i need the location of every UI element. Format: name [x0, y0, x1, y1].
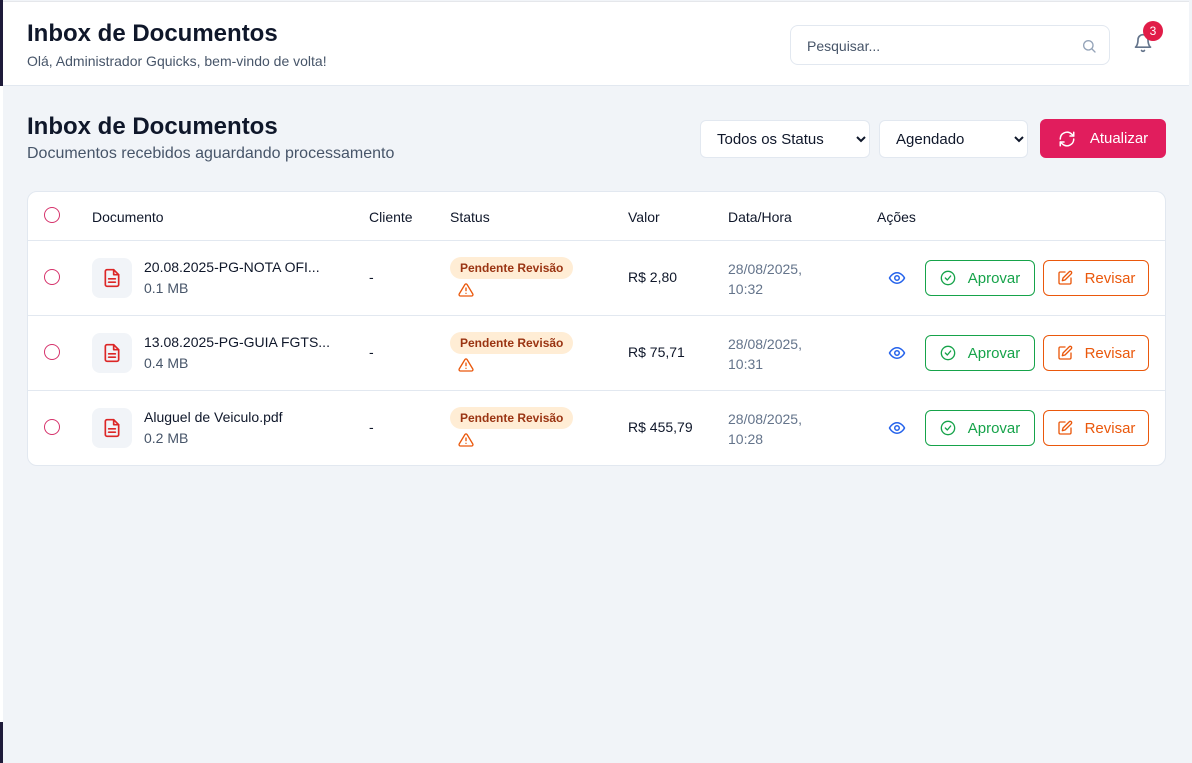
refresh-label: Atualizar [1089, 130, 1149, 147]
date-text: 28/08/2025, [728, 261, 802, 277]
row-select-radio[interactable] [44, 344, 60, 360]
document-size: 0.4 MB [144, 355, 189, 371]
value-cell: R$ 2,80 [628, 269, 678, 285]
time-text: 10:32 [728, 281, 764, 297]
file-icon [104, 418, 120, 438]
search-input[interactable] [807, 36, 1067, 56]
review-button[interactable]: Revisar [1043, 335, 1149, 371]
review-button[interactable]: Revisar [1043, 410, 1149, 446]
left-edge-bottom [0, 722, 3, 763]
document-name[interactable]: 20.08.2025-PG-NOTA OFI... [144, 259, 344, 275]
top-header: Inbox de Documentos Olá, Administrador G… [3, 1, 1189, 86]
column-value: Valor [628, 209, 660, 225]
document-name[interactable]: Aluguel de Veiculo.pdf [144, 409, 344, 425]
approve-button[interactable]: Aprovar [925, 260, 1035, 296]
column-datetime: Data/Hora [728, 209, 792, 225]
review-label: Revisar [1084, 419, 1136, 437]
type-filter-select[interactable]: Agendado [879, 120, 1028, 158]
document-size: 0.2 MB [144, 430, 189, 446]
refresh-button[interactable]: Atualizar [1040, 119, 1166, 158]
column-client: Cliente [369, 209, 413, 225]
date-text: 28/08/2025, [728, 411, 802, 427]
check-circle-icon [940, 270, 956, 286]
review-label: Revisar [1084, 344, 1136, 362]
review-label: Revisar [1084, 269, 1136, 287]
document-file-icon [92, 408, 132, 448]
approve-label: Aprovar [967, 419, 1021, 437]
date-text: 28/08/2025, [728, 336, 802, 352]
value-cell: R$ 455,79 [628, 419, 693, 435]
search-box[interactable] [790, 25, 1110, 65]
notification-badge: 3 [1143, 21, 1163, 41]
status-badge: Pendente Revisão [450, 407, 574, 429]
check-circle-icon [940, 420, 956, 436]
client-cell: - [369, 269, 374, 285]
status-badge: Pendente Revisão [450, 257, 574, 279]
warning-icon [458, 358, 474, 372]
edit-icon [1057, 345, 1072, 360]
row-select-radio[interactable] [44, 269, 60, 285]
select-all-radio[interactable] [44, 207, 60, 223]
client-cell: - [369, 419, 374, 435]
file-icon [104, 343, 120, 363]
status-badge: Pendente Revisão [450, 332, 574, 354]
column-document: Documento [92, 209, 164, 225]
datetime-cell: 28/08/2025, 10:31 [728, 334, 838, 374]
time-text: 10:28 [728, 431, 764, 447]
document-name[interactable]: 13.08.2025-PG-GUIA FGTS... [144, 334, 344, 350]
header-title: Inbox de Documentos [27, 20, 278, 47]
client-cell: - [369, 344, 374, 360]
time-text: 10:31 [728, 356, 764, 372]
table-row[interactable]: 13.08.2025-PG-GUIA FGTS... 0.4 MB - Pend… [28, 316, 1165, 391]
status-filter-select[interactable]: Todos os Status [700, 120, 870, 158]
edit-icon [1057, 270, 1072, 285]
file-icon [104, 268, 120, 288]
refresh-icon [1059, 131, 1075, 146]
table-header: Documento Cliente Status Valor Data/Hora… [28, 192, 1165, 241]
header-greeting: Olá, Administrador Gquicks, bem-vindo de… [27, 53, 327, 69]
datetime-cell: 28/08/2025, 10:28 [728, 409, 838, 449]
datetime-cell: 28/08/2025, 10:32 [728, 259, 838, 299]
warning-icon [458, 283, 474, 297]
documents-table: Documento Cliente Status Valor Data/Hora… [27, 191, 1166, 466]
left-edge [0, 0, 3, 763]
edit-icon [1057, 420, 1072, 435]
eye-icon[interactable] [888, 344, 906, 362]
document-file-icon [92, 333, 132, 373]
check-circle-icon [940, 345, 956, 361]
approve-button[interactable]: Aprovar [925, 410, 1035, 446]
eye-icon[interactable] [888, 419, 906, 437]
approve-label: Aprovar [967, 269, 1021, 287]
column-status: Status [450, 209, 490, 225]
eye-icon[interactable] [888, 269, 906, 287]
search-icon[interactable] [1081, 38, 1097, 54]
approve-label: Aprovar [967, 344, 1021, 362]
table-row[interactable]: Aluguel de Veiculo.pdf 0.2 MB - Pendente… [28, 391, 1165, 465]
column-actions: Ações [877, 209, 916, 225]
page-subtitle: Documentos recebidos aguardando processa… [27, 145, 395, 162]
value-cell: R$ 75,71 [628, 344, 685, 360]
review-button[interactable]: Revisar [1043, 260, 1149, 296]
document-file-icon [92, 258, 132, 298]
table-row[interactable]: 20.08.2025-PG-NOTA OFI... 0.1 MB - Pende… [28, 241, 1165, 316]
approve-button[interactable]: Aprovar [925, 335, 1035, 371]
row-select-radio[interactable] [44, 419, 60, 435]
page-title: Inbox de Documentos [27, 113, 278, 140]
warning-icon [458, 433, 474, 447]
document-size: 0.1 MB [144, 280, 189, 296]
